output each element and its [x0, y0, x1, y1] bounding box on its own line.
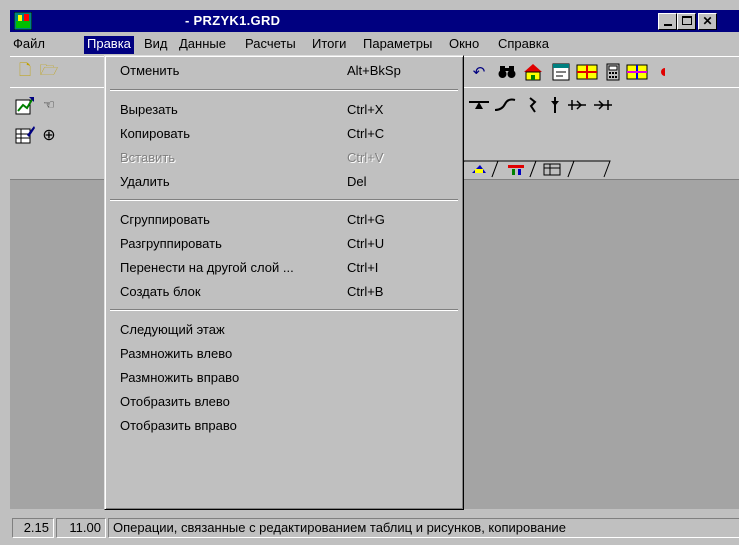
menu-separator	[110, 199, 458, 201]
title-bar[interactable]: - PRZYK1.GRD ✕	[10, 10, 739, 32]
menu-item-move-to-layer-shortcut: Ctrl+I	[347, 260, 379, 275]
maximize-button[interactable]	[677, 13, 696, 30]
status-message: Операции, связанные с редактированием та…	[108, 518, 739, 538]
minimize-icon	[663, 24, 672, 26]
menu-item-delete-label: Удалить	[120, 174, 170, 189]
menu-item-delete[interactable]: Удалить Del	[108, 170, 460, 194]
menu-data[interactable]: Данные	[176, 36, 229, 54]
menu-item-mirror-right[interactable]: Отобразить вправо	[108, 414, 460, 438]
menu-window[interactable]: Окно	[446, 36, 482, 54]
menu-separator	[110, 309, 458, 311]
menu-item-group-shortcut: Ctrl+G	[347, 212, 385, 227]
menu-item-move-to-layer[interactable]: Перенести на другой слой ... Ctrl+I	[108, 256, 460, 280]
joint-out-icon[interactable]	[592, 94, 614, 116]
menu-item-copy[interactable]: Копировать Ctrl+C	[108, 122, 460, 146]
red-marker-icon[interactable]	[650, 61, 672, 83]
draw-element-icon[interactable]	[14, 94, 36, 116]
binoculars-icon[interactable]	[496, 61, 518, 83]
status-coord-y: 11.00	[56, 518, 106, 538]
menu-item-ungroup[interactable]: Разгруппировать Ctrl+U	[108, 232, 460, 256]
menu-item-create-block-shortcut: Ctrl+B	[347, 284, 384, 299]
menu-item-undo-shortcut: Alt+BkSp	[347, 63, 401, 78]
menu-item-undo[interactable]: Отменить Alt+BkSp	[108, 59, 460, 83]
column-icon[interactable]	[544, 94, 566, 116]
close-icon: ✕	[702, 14, 713, 28]
maximize-icon	[681, 16, 692, 25]
menu-item-replicate-right-label: Размножить вправо	[120, 370, 240, 385]
status-bar: 2.15 11.00 Операции, связанные с редакти…	[10, 515, 739, 539]
menu-item-mirror-left[interactable]: Отобразить влево	[108, 390, 460, 414]
menu-item-next-floor[interactable]: Следующий этаж	[108, 318, 460, 342]
menu-item-ungroup-label: Разгруппировать	[120, 236, 222, 251]
menu-item-paste-label: Вставить	[120, 150, 176, 165]
menu-item-group[interactable]: Сгруппировать Ctrl+G	[108, 208, 460, 232]
minimize-button[interactable]	[658, 13, 677, 30]
menu-item-next-floor-label: Следующий этаж	[120, 322, 225, 337]
new-file-icon[interactable]: 🗋	[14, 61, 36, 83]
application-window: - PRZYK1.GRD ✕ Файл Правка Вид Данные Ра…	[0, 0, 739, 545]
menu-item-cut-shortcut: Ctrl+X	[347, 102, 384, 117]
menu-item-mirror-left-label: Отобразить влево	[120, 394, 230, 409]
menu-item-paste-shortcut: Ctrl+V	[347, 150, 384, 165]
menu-item-copy-label: Копировать	[120, 126, 190, 141]
hand-pan-icon[interactable]: ☜	[38, 94, 60, 116]
open-folder-icon[interactable]: 🗁	[38, 61, 60, 83]
menu-calculations[interactable]: Расчеты	[242, 36, 299, 54]
window-title: - PRZYK1.GRD	[185, 13, 281, 28]
menu-item-paste: Вставить Ctrl+V	[108, 146, 460, 170]
edit-menu-dropdown: Отменить Alt+BkSp Вырезать Ctrl+X Копиро…	[104, 55, 464, 510]
window-frame-icon[interactable]	[550, 61, 572, 83]
menu-view[interactable]: Вид	[141, 36, 171, 54]
house-icon[interactable]	[522, 61, 544, 83]
menu-item-create-block-label: Создать блок	[120, 284, 201, 299]
menu-results[interactable]: Итоги	[309, 36, 349, 54]
layer-tabs	[457, 160, 739, 178]
joint-in-icon[interactable]	[566, 94, 588, 116]
menu-item-replicate-left-label: Размножить влево	[120, 346, 233, 361]
menu-edit[interactable]: Правка	[84, 36, 134, 54]
menu-item-replicate-right[interactable]: Размножить вправо	[108, 366, 460, 390]
app-icon[interactable]	[13, 11, 33, 31]
menu-separator	[110, 89, 458, 91]
menu-item-cut-label: Вырезать	[120, 102, 178, 117]
menu-item-ungroup-shortcut: Ctrl+U	[347, 236, 385, 251]
edit-table-icon[interactable]	[14, 124, 36, 146]
menu-bar: Файл Правка Вид Данные Расчеты Итоги Пар…	[10, 34, 739, 54]
hook-icon[interactable]	[522, 94, 544, 116]
menu-item-replicate-left[interactable]: Размножить влево	[108, 342, 460, 366]
undo-icon[interactable]: ↶	[468, 61, 490, 83]
menu-help[interactable]: Справка	[495, 36, 552, 54]
menu-item-create-block[interactable]: Создать блок Ctrl+B	[108, 280, 460, 304]
menu-item-undo-label: Отменить	[120, 63, 180, 78]
beam-blue-icon[interactable]	[626, 61, 648, 83]
menu-item-move-to-layer-label: Перенести на другой слой ...	[120, 260, 294, 275]
curve-icon[interactable]	[494, 94, 516, 116]
menu-file[interactable]: Файл	[10, 36, 48, 54]
zoom-icon[interactable]: ⊕	[38, 124, 60, 146]
calculator-icon[interactable]	[602, 61, 624, 83]
support-icon[interactable]	[468, 94, 490, 116]
menu-item-mirror-right-label: Отобразить вправо	[120, 418, 237, 433]
menu-item-group-label: Сгруппировать	[120, 212, 210, 227]
menu-parameters[interactable]: Параметры	[360, 36, 435, 54]
menu-item-copy-shortcut: Ctrl+C	[347, 126, 385, 141]
menu-item-delete-shortcut: Del	[347, 174, 367, 189]
menu-item-cut[interactable]: Вырезать Ctrl+X	[108, 98, 460, 122]
status-coord-x: 2.15	[12, 518, 54, 538]
close-button[interactable]: ✕	[698, 13, 717, 30]
beam-red-icon[interactable]	[576, 61, 598, 83]
